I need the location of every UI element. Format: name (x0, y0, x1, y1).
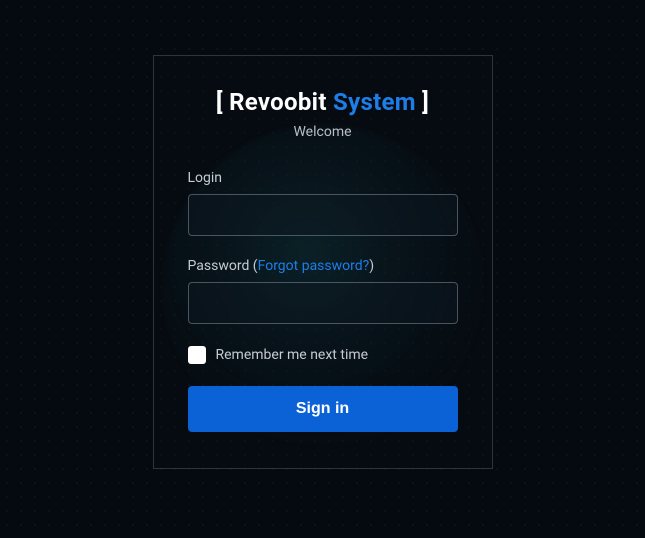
login-label: Login (188, 170, 458, 186)
sign-in-button[interactable]: Sign in (188, 386, 458, 432)
brand-name-accent: System (333, 88, 416, 116)
password-label-suffix: ) (369, 258, 374, 274)
remember-checkbox[interactable] (188, 346, 206, 364)
forgot-password-link[interactable]: Forgot password? (258, 258, 370, 274)
brand-title: [ Revoobit System ] (188, 88, 458, 116)
welcome-text: Welcome (188, 124, 458, 140)
password-label: Password (Forgot password?) (188, 258, 458, 274)
bracket-open: [ (216, 88, 229, 116)
brand-name-main: Revoobit (229, 88, 333, 116)
login-input[interactable] (188, 194, 458, 236)
password-input[interactable] (188, 282, 458, 324)
remember-row: Remember me next time (188, 346, 458, 364)
remember-label: Remember me next time (216, 347, 369, 363)
login-card: [ Revoobit System ] Welcome Login Passwo… (153, 55, 493, 469)
bracket-close: ] (416, 88, 429, 116)
password-label-prefix: Password ( (188, 258, 258, 274)
